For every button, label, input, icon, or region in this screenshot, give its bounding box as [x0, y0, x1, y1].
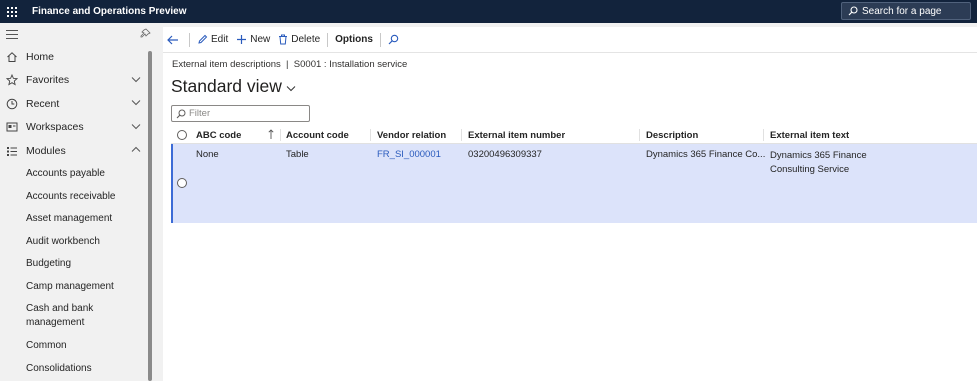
chevron-down-icon	[286, 85, 296, 91]
column-header-vendor-relation[interactable]: Vendor relation	[377, 126, 446, 144]
module-consolidations[interactable]: Consolidations	[0, 357, 155, 380]
module-common[interactable]: Common	[0, 335, 155, 358]
module-camp-management[interactable]: Camp management	[0, 275, 155, 298]
back-button[interactable]	[163, 27, 186, 53]
trash-icon	[279, 34, 288, 45]
search-button[interactable]	[384, 27, 406, 53]
hamburger-menu-icon[interactable]	[6, 30, 18, 42]
main-content: Edit New Delete Options External item de…	[163, 27, 977, 381]
nav-item-label: Recent	[26, 97, 60, 110]
divider	[379, 32, 381, 47]
row-select-radio[interactable]	[177, 178, 187, 188]
column-divider	[639, 129, 640, 141]
table-row[interactable]: None Table FR_SI_000001 03200496309337 D…	[171, 144, 977, 223]
page-title: Standard view	[171, 76, 282, 96]
view-selector[interactable]: Standard view	[171, 76, 296, 97]
search-icon	[388, 34, 399, 45]
module-cash-and-bank-management[interactable]: Cash and bank management	[0, 298, 155, 335]
divider	[189, 32, 190, 47]
column-header-external-item-number[interactable]: External item number	[468, 126, 565, 144]
column-header-account-code[interactable]: Account code	[286, 126, 349, 144]
search-icon	[848, 6, 858, 16]
workspace-icon	[5, 120, 19, 134]
back-arrow-icon	[167, 35, 178, 44]
cell-external-item-number[interactable]: 03200496309337	[468, 149, 542, 160]
nav-item-home[interactable]: Home	[0, 45, 155, 69]
module-accounts-receivable[interactable]: Accounts receivable	[0, 185, 155, 208]
star-icon	[5, 73, 19, 87]
module-budgeting[interactable]: Budgeting	[0, 253, 155, 276]
column-divider	[370, 129, 371, 141]
nav-item-label: Modules	[26, 144, 66, 157]
filter-input[interactable]	[189, 108, 299, 119]
column-header-abc-code[interactable]: ABC code	[196, 126, 241, 144]
navigation-pane: Home Favorites Recent Workspaces Modules…	[0, 23, 155, 381]
new-label: New	[250, 34, 271, 45]
grid-header: ABC code Account code Vendor relation Ex…	[171, 126, 977, 144]
cell-description[interactable]: Dynamics 365 Finance Co...	[646, 149, 765, 160]
new-button[interactable]: New	[232, 27, 274, 53]
search-placeholder: Search for a page	[862, 5, 942, 17]
nav-item-label: Favorites	[26, 74, 70, 87]
radio-circle	[177, 130, 187, 140]
delete-label: Delete	[291, 34, 321, 45]
select-all-radio[interactable]	[177, 126, 187, 144]
edit-button[interactable]: Edit	[193, 27, 232, 53]
module-label: Cash and bank management	[26, 303, 94, 328]
pin-icon[interactable]	[140, 28, 151, 39]
filter-search-icon	[176, 109, 186, 118]
delete-button[interactable]: Delete	[274, 27, 324, 53]
home-icon	[5, 50, 19, 64]
nav-item-label: Home	[26, 50, 55, 63]
nav-item-favorites[interactable]: Favorites	[0, 69, 155, 93]
nav-scrollbar[interactable]	[148, 51, 152, 381]
column-header-description[interactable]: Description	[646, 126, 698, 144]
column-divider	[763, 129, 764, 141]
data-grid: ABC code Account code Vendor relation Ex…	[171, 126, 977, 223]
plus-icon	[237, 35, 247, 44]
list-icon	[5, 144, 19, 158]
column-header-external-item-text[interactable]: External item text	[770, 126, 849, 144]
cell-account-code[interactable]: Table	[286, 149, 309, 160]
pencil-icon	[198, 34, 208, 44]
chevron-down-icon[interactable]	[131, 76, 141, 83]
cell-abc-code[interactable]: None	[196, 149, 219, 160]
column-divider	[461, 129, 462, 141]
module-asset-management[interactable]: Asset management	[0, 208, 155, 231]
nav-item-modules[interactable]: Modules	[0, 139, 155, 163]
nav-item-workspaces[interactable]: Workspaces	[0, 116, 155, 140]
chevron-down-icon[interactable]	[131, 99, 141, 106]
module-accounts-payable[interactable]: Accounts payable	[0, 163, 155, 186]
sort-ascending-icon[interactable]	[268, 129, 274, 140]
options-button[interactable]: Options	[331, 27, 377, 53]
divider	[327, 32, 329, 47]
app-launcher-icon[interactable]	[0, 0, 24, 23]
top-bar: Finance and Operations Preview Search fo…	[0, 0, 977, 23]
nav-item-recent[interactable]: Recent	[0, 92, 155, 116]
cell-vendor-relation-link[interactable]: FR_SI_000001	[377, 149, 441, 160]
action-pane: Edit New Delete Options	[163, 27, 977, 53]
column-divider	[280, 129, 281, 141]
cell-external-item-text[interactable]: Dynamics 365 Finance Consulting Service	[770, 149, 882, 177]
clock-icon	[5, 97, 19, 111]
app-title: Finance and Operations Preview	[32, 6, 187, 17]
filter-box[interactable]	[171, 105, 310, 122]
chevron-up-icon[interactable]	[131, 146, 141, 153]
edit-label: Edit	[211, 34, 229, 45]
nav-item-label: Workspaces	[26, 121, 84, 134]
chevron-down-icon[interactable]	[131, 123, 141, 130]
breadcrumb: External item descriptions | S0001 : Ins…	[172, 59, 408, 70]
search-page-box[interactable]: Search for a page	[841, 2, 971, 20]
module-audit-workbench[interactable]: Audit workbench	[0, 230, 155, 253]
